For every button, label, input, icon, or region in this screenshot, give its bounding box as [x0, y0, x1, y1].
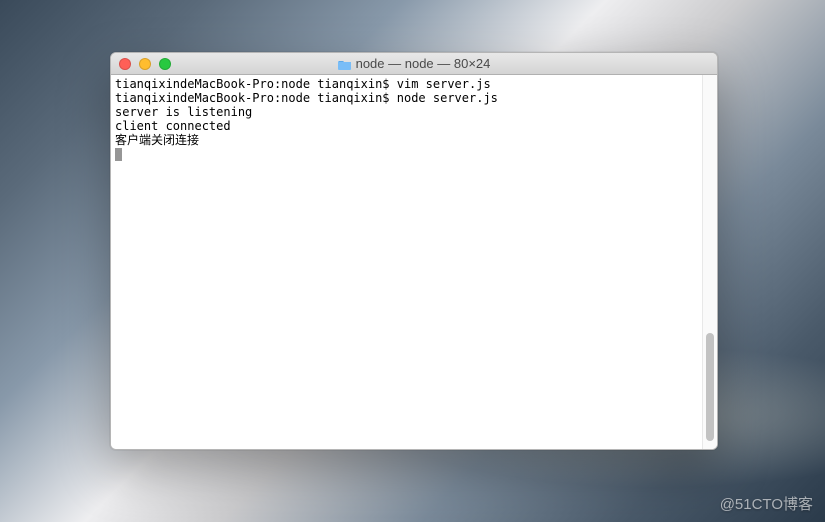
terminal-line: tianqixindeMacBook-Pro:node tianqixin$ n… — [115, 91, 698, 105]
terminal-line: client connected — [115, 119, 698, 133]
terminal-line: tianqixindeMacBook-Pro:node tianqixin$ v… — [115, 77, 698, 91]
close-button[interactable] — [119, 58, 131, 70]
scrollbar-thumb[interactable] — [706, 333, 714, 441]
window-title: node — node — 80×24 — [356, 56, 491, 71]
terminal-line: server is listening — [115, 105, 698, 119]
terminal-body: tianqixindeMacBook-Pro:node tianqixin$ v… — [111, 75, 717, 449]
scrollbar-track[interactable] — [702, 75, 717, 449]
window-titlebar[interactable]: node — node — 80×24 — [111, 53, 717, 75]
folder-icon — [338, 58, 352, 69]
window-title-container: node — node — 80×24 — [111, 56, 717, 71]
traffic-lights — [111, 58, 171, 70]
terminal-window: node — node — 80×24 tianqixindeMacBook-P… — [110, 52, 718, 450]
terminal-line: 客户端关闭连接 — [115, 133, 698, 147]
maximize-button[interactable] — [159, 58, 171, 70]
watermark: @51CTO博客 — [720, 493, 813, 514]
terminal-content[interactable]: tianqixindeMacBook-Pro:node tianqixin$ v… — [111, 75, 702, 449]
minimize-button[interactable] — [139, 58, 151, 70]
terminal-cursor-line — [115, 147, 698, 161]
cursor-icon — [115, 148, 122, 161]
